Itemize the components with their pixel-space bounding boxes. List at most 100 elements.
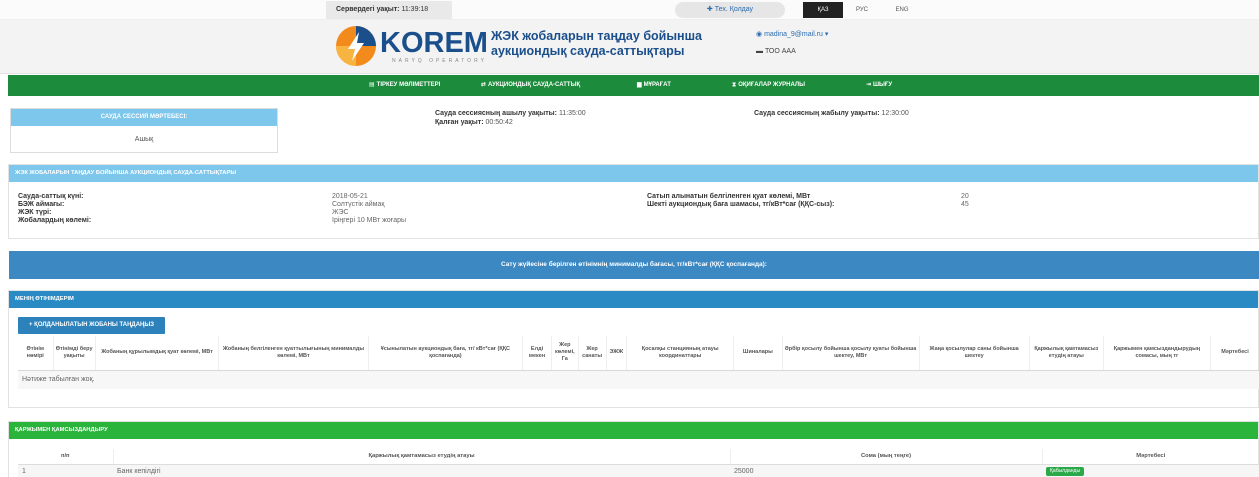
user-email: madina_9@mail.ru xyxy=(764,31,823,38)
nav-events-log[interactable]: ⧗ ОҚИҒАЛАР ЖУРНАЛЫ xyxy=(732,75,805,96)
project-volume-label: Жобалардың көлемі: xyxy=(18,217,92,224)
session-open-value: 11:35:00 xyxy=(558,110,586,117)
col-fin-amount[interactable]: Сома (мың теңге) xyxy=(730,449,1043,465)
col-fin-number[interactable]: п/п xyxy=(18,449,114,465)
status-badge: Қабылданды xyxy=(1046,466,1085,476)
fin-row-amount: 25000 xyxy=(730,464,1042,477)
fin-row-number: 1 xyxy=(18,464,113,477)
tech-support-label: Тех. Қолдау xyxy=(714,6,754,13)
site-header: KOREM NARYQ OPERATORY ЖЭК жобаларын таңд… xyxy=(0,20,1259,74)
col-busbars[interactable]: Шиналары xyxy=(733,336,783,371)
id-card-icon: ▤ xyxy=(369,82,375,88)
col-substation[interactable]: Қосалқы станцияның атауы координаттары xyxy=(626,336,735,371)
region-value: Солтүстік аймақ xyxy=(332,201,385,208)
nav-archive-label: МҰРАҒАТ xyxy=(643,82,671,88)
exchange-icon: ⇄ xyxy=(481,82,487,88)
user-menu[interactable]: ◉ madina_9@mail.ru ▾ xyxy=(756,30,828,39)
main-nav: ▤ ТІРКЕУ МӘЛІМЕТТЕРІ ⇄ АУКЦИОНДЫҚ САУДА-СА… xyxy=(8,75,1259,96)
col-settlement[interactable]: Елді мекен xyxy=(522,336,552,371)
col-min-capacity[interactable]: Жобаның белгіленген қуаттылығының минима… xyxy=(218,336,369,371)
col-offered-price[interactable]: Ұсынылатын аукциондық баға, тг/ кВт*сағ … xyxy=(368,336,524,371)
archive-icon: ▆ xyxy=(637,82,642,88)
col-status[interactable]: Мәртебесі xyxy=(1210,336,1259,371)
session-status-value: Ашық xyxy=(134,136,154,143)
korem-logo-icon[interactable] xyxy=(335,25,377,67)
user-icon: ◉ xyxy=(756,31,763,38)
session-status-box: САУДА СЕССИЯ МӘРТЕБЕСІ: Ашық xyxy=(10,108,278,153)
nav-events-log-label: ОҚИҒАЛАР ЖУРНАЛЫ xyxy=(738,82,806,88)
col-fin-name[interactable]: Қаржылық қамтамасыз етудің атауы xyxy=(113,449,731,465)
min-price-banner: Сату жүйесіне берілген өтінімнің минимал… xyxy=(9,251,1259,279)
nav-registration[interactable]: ▤ ТІРКЕУ МӘЛІМЕТТЕРІ xyxy=(369,75,440,96)
project-volume-value: Іріңгері 10 МВт жоғары xyxy=(332,217,407,224)
briefcase-icon: ▬ xyxy=(756,48,763,55)
session-open-time: Сауда сессиясның ашылу уақыты: 11:35:00 xyxy=(435,109,586,118)
tech-support-button[interactable]: ✚ Тех. Қолдау xyxy=(675,2,785,18)
session-close-value: 12:30:00 xyxy=(881,110,909,117)
auction-details-header: ЖЭК ЖОБАЛАРЫН ТАҢДАУ БОЙЫНША АУКЦИОНДЫҚ … xyxy=(9,165,1258,182)
bids-table: Өтінім нөмірі Өтінімді беру уақыты Жобан… xyxy=(18,336,1259,371)
bids-table-header-row: Өтінім нөмірі Өтінімді беру уақыты Жобан… xyxy=(18,336,1259,371)
col-new-connections-limit[interactable]: Жаңа қосылулар саны бойынша шектеу xyxy=(919,336,1030,371)
col-land-area[interactable]: Жер көлемі, Га xyxy=(551,336,579,371)
plus-circle-icon: ✚ xyxy=(706,6,713,13)
trading-date-value: 2018-05-21 xyxy=(332,193,368,200)
server-time: Сервердегі уақыт: 11:39:18 xyxy=(326,1,452,19)
select-project-label: ҚОЛДАНЫЛАТЫН ЖОБАНЫ ТАҢДАҢЫЗ xyxy=(34,322,154,328)
col-land-category[interactable]: Жер санаты xyxy=(578,336,607,371)
auction-details-panel: ЖЭК ЖОБАЛАРЫН ТАҢДАУ БОЙЫНША АУКЦИОНДЫҚ … xyxy=(8,164,1259,239)
region-label: БЭЖ аймағы: xyxy=(18,201,65,208)
fin-row-name: Банк кепілдігі xyxy=(113,464,730,477)
capacity-value: 20 xyxy=(961,193,969,200)
nav-registration-label: ТІРКЕУ МӘЛІМЕТТЕРІ xyxy=(376,82,441,88)
col-connection-limit[interactable]: Әрбір қосылу бойынша қосылу қуаты бойынш… xyxy=(782,336,920,371)
select-project-button[interactable]: + ҚОЛДАНЫЛАТЫН ЖОБАНЫ ТАҢДАҢЫЗ xyxy=(18,317,165,334)
lang-rus-button[interactable]: РУС xyxy=(845,2,879,18)
table-row: 1 Банк кепілдігі 25000 Қабылданды xyxy=(18,464,1259,477)
col-financial-amount[interactable]: Қаржымен қамсыздандырудың сомасы, мың тг xyxy=(1103,336,1211,371)
session-close-label: Сауда сессиясның жабылу уақыты: xyxy=(754,110,880,117)
logo-wordmark: KOREM xyxy=(380,27,488,59)
my-bids-header: МЕНІҢ ӨТІНІМДЕРІМ xyxy=(9,291,1258,308)
col-structural-capacity[interactable]: Жобаның құрылымдық қуат көлемі, МВт xyxy=(95,336,220,371)
nav-logout-label: ШЫҒУ xyxy=(873,82,893,88)
financial-header: ҚАРЖЫМЕН ҚАМСЫЗДАНДЫРУ xyxy=(9,422,1258,439)
fin-row-status-cell: Қабылданды xyxy=(1042,464,1259,477)
page-title: ЖЭК жобаларын таңдау бойынша аукциондық … xyxy=(491,29,702,58)
price-limit-label: Шекті аукциондық баға шамасы, тг/кВт*сағ… xyxy=(647,201,835,208)
caret-down-icon: ▾ xyxy=(824,31,829,38)
capacity-label: Сатып алынатын белгіленген қуат көлемі, … xyxy=(647,193,811,200)
nav-archive[interactable]: ▆ МҰРАҒАТ xyxy=(637,75,671,96)
user-organization: ▬ ТОО ААА xyxy=(756,47,796,56)
top-strip: Сервердегі уақыт: 11:39:18 ✚ Тех. Қолдау… xyxy=(0,0,1259,20)
user-org-name: ТОО ААА xyxy=(764,48,796,55)
col-submit-time[interactable]: Өтінімді беру уақыты xyxy=(53,336,96,371)
nav-logout[interactable]: ⇥ ШЫҒУ xyxy=(866,75,892,96)
session-open-label: Сауда сессиясның ашылу уақыты: xyxy=(435,110,557,117)
server-time-label: Сервердегі уақыт: xyxy=(336,6,400,13)
session-status-header: САУДА СЕССИЯ МӘРТЕБЕСІ: xyxy=(11,109,277,126)
financial-table-header-row: п/п Қаржылық қамтамасыз етудің атауы Сом… xyxy=(18,449,1259,465)
session-remaining-value: 00:50:42 xyxy=(485,119,513,126)
price-limit-value: 45 xyxy=(961,201,969,208)
col-financial-name[interactable]: Қаржылық қамтамасыз етудің атауы xyxy=(1029,336,1104,371)
session-remaining-label: Қалған уақыт: xyxy=(435,119,484,126)
bids-empty-message: Нәтиже табылған жоқ. xyxy=(18,371,1259,389)
hourglass-icon: ⧗ xyxy=(732,82,737,88)
nav-auction-trading-label: АУКЦИОНДЫҚ САУДА-САТТЫҚ xyxy=(488,82,581,88)
server-time-value: 11:39:18 xyxy=(401,6,429,13)
financial-table: п/п Қаржылық қамтамасыз етудің атауы Сом… xyxy=(18,449,1259,477)
col-fin-status[interactable]: Мәртебесі xyxy=(1042,449,1259,465)
col-power-line[interactable]: ЭЖЖ xyxy=(606,336,628,371)
lang-eng-button[interactable]: ENG xyxy=(885,2,919,18)
logo-subtitle: NARYQ OPERATORY xyxy=(392,58,487,64)
session-close-time: Сауда сессиясның жабылу уақыты: 12:30:00 xyxy=(754,109,909,118)
col-bid-number[interactable]: Өтінім нөмірі xyxy=(18,336,54,371)
res-type-value: ЖЭС xyxy=(332,209,349,216)
session-remaining-time: Қалған уақыт: 00:50:42 xyxy=(435,118,513,127)
lang-kaz-button[interactable]: ҚАЗ xyxy=(803,2,843,18)
nav-auction-trading[interactable]: ⇄ АУКЦИОНДЫҚ САУДА-САТТЫҚ xyxy=(481,75,580,96)
logout-icon: ⇥ xyxy=(866,82,872,88)
trading-date-label: Сауда-саттық күні: xyxy=(18,193,84,200)
plus-icon: + xyxy=(28,322,33,328)
